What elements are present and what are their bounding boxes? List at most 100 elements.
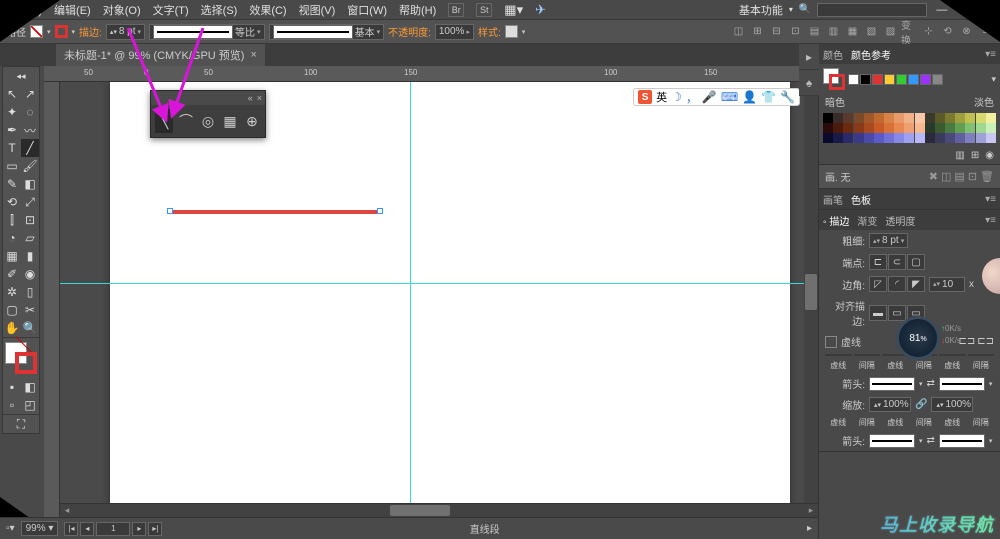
join-bevel-icon[interactable]: ◤ <box>907 276 925 292</box>
type-tool[interactable]: T <box>3 139 21 157</box>
prev-artboard-icon[interactable]: ◂ <box>80 522 94 536</box>
color-swatch[interactable] <box>833 133 843 143</box>
line-tool-flyout[interactable]: « × ╲ ⌒ ◎ ▦ ⊕ <box>150 90 266 138</box>
skin-icon[interactable]: 👕 <box>761 90 776 104</box>
color-swatch[interactable] <box>925 113 935 123</box>
color-swatch[interactable] <box>874 133 884 143</box>
brush-icon-1[interactable]: ✖ <box>929 170 938 183</box>
color-swatch[interactable] <box>894 113 904 123</box>
dash-align-icon[interactable]: ⊏⊐ <box>977 336 994 347</box>
color-swatch[interactable] <box>843 123 853 133</box>
link-scale-icon[interactable]: 🔗 <box>915 399 927 410</box>
limit-colors-icon[interactable]: ▥ <box>955 150 964 161</box>
color-swatch[interactable] <box>904 113 914 123</box>
scroll-left-icon[interactable]: ◂ <box>60 504 74 517</box>
line-object[interactable] <box>170 210 380 214</box>
gradient-mode-icon[interactable]: ◧ <box>21 378 39 396</box>
color-swatch[interactable] <box>833 113 843 123</box>
arrow-start-select-2[interactable] <box>869 434 915 448</box>
person-icon[interactable]: 👤 <box>742 90 757 104</box>
color-swatch[interactable] <box>884 133 894 143</box>
menu-help[interactable]: 帮助(H) <box>399 2 436 18</box>
color-swatch[interactable] <box>945 113 955 123</box>
system-monitor-widget[interactable]: 81% ↑0K/s↓0K/s <box>896 316 940 360</box>
scroll-right-icon[interactable]: ▸ <box>804 504 818 517</box>
color-swatch[interactable] <box>894 123 904 133</box>
color-swatch[interactable] <box>915 113 925 123</box>
color-swatch[interactable] <box>955 123 965 133</box>
arrow-scale-end[interactable]: ▴▾100% <box>931 397 973 412</box>
gap-input[interactable] <box>854 354 881 356</box>
pen-tool[interactable]: ✒ <box>3 121 21 139</box>
color-mode-icon[interactable]: ▪ <box>3 378 21 396</box>
eraser-tool[interactable]: ◧ <box>21 175 39 193</box>
brush-icon-5[interactable]: 🗑 <box>980 170 994 183</box>
color-swatch[interactable] <box>894 133 904 143</box>
gap-input[interactable] <box>968 354 995 356</box>
color-swatch[interactable] <box>864 113 874 123</box>
scrollbar-horizontal[interactable]: ◂ ▸ <box>60 503 818 517</box>
align-icon-1[interactable]: ◫ <box>730 24 747 40</box>
shape-builder-tool[interactable]: ◔ <box>3 229 21 247</box>
artboard-number[interactable]: 1 <box>96 522 130 536</box>
arrow-end-select[interactable] <box>939 377 985 391</box>
edit-colors-icon[interactable]: ◉ <box>985 150 994 161</box>
tab-color-guide[interactable]: 颜色参考 <box>851 47 891 62</box>
sogou-icon[interactable]: S <box>638 90 652 104</box>
menu-type[interactable]: 文字(T) <box>153 2 189 18</box>
opacity-input[interactable]: 100%▸ <box>435 24 474 40</box>
color-swatch[interactable] <box>874 113 884 123</box>
curvature-tool[interactable]: 〰 <box>21 121 39 139</box>
color-swatch[interactable] <box>976 123 986 133</box>
tab-color[interactable]: 颜色 <box>823 47 843 62</box>
spiral-tool[interactable]: ◎ <box>199 109 217 133</box>
color-swatch[interactable] <box>823 113 833 123</box>
style-label[interactable]: 样式: <box>478 24 501 39</box>
dash-input[interactable] <box>939 354 966 356</box>
scale-tool[interactable]: ⤢ <box>21 193 39 211</box>
color-swatch[interactable] <box>915 123 925 133</box>
screen-mode-icon[interactable]: ⛶ <box>3 415 39 433</box>
align-icon-9[interactable]: ▨ <box>882 24 899 40</box>
hand-tool[interactable]: ✋ <box>3 319 21 337</box>
miter-limit-input[interactable]: ▴▾10 <box>929 277 965 292</box>
color-swatch[interactable] <box>965 133 975 143</box>
selection-tool[interactable]: ↖ <box>3 85 21 103</box>
status-menu-icon[interactable]: ▸ <box>807 523 812 534</box>
lasso-tool[interactable]: ◌ <box>21 103 39 121</box>
stroke-weight-input[interactable]: ▴▾8 pt▾ <box>106 24 145 40</box>
color-swatch[interactable] <box>945 133 955 143</box>
scroll-thumb[interactable] <box>805 274 817 310</box>
join-round-icon[interactable]: ◜ <box>888 276 906 292</box>
opacity-label[interactable]: 不透明度: <box>388 24 431 39</box>
ruler-horizontal[interactable]: 50 0 50 100 150 100 150 <box>44 66 818 82</box>
fill-stroke-control[interactable] <box>3 340 39 376</box>
gradient-tool[interactable]: ▮ <box>21 247 39 265</box>
align-icon-8[interactable]: ▧ <box>863 24 880 40</box>
scrollbar-vertical[interactable] <box>804 82 818 503</box>
mini-swatch[interactable] <box>932 74 943 85</box>
color-swatch[interactable] <box>986 123 996 133</box>
color-swatch[interactable] <box>925 133 935 143</box>
mini-swatch[interactable] <box>872 74 883 85</box>
dock-spade-icon[interactable]: ♠ <box>799 70 819 96</box>
flyout-close-icon[interactable]: × <box>257 93 262 103</box>
polar-grid-tool[interactable]: ⊕ <box>243 109 261 133</box>
comma-icon[interactable]: ， <box>686 89 698 106</box>
transform-label[interactable]: 变换 <box>901 24 918 40</box>
width-tool[interactable]: ⫿ <box>3 211 21 229</box>
color-swatch[interactable] <box>915 133 925 143</box>
tab-gradient[interactable]: 渐变 <box>857 213 877 228</box>
align-icon-6[interactable]: ▥ <box>825 24 842 40</box>
anchor-handle[interactable] <box>377 208 383 214</box>
blend-tool[interactable]: ◉ <box>21 265 39 283</box>
guide-horizontal[interactable] <box>60 283 818 284</box>
cap-round-icon[interactable]: ⊂ <box>888 254 906 270</box>
ruler-vertical[interactable] <box>44 82 60 517</box>
mini-swatch[interactable] <box>920 74 931 85</box>
stroke-label[interactable]: 描边: <box>79 24 102 39</box>
zoom-tool[interactable]: 🔍 <box>21 319 39 337</box>
color-swatch[interactable] <box>884 123 894 133</box>
guide-vertical[interactable] <box>410 82 411 517</box>
rectangle-tool[interactable]: ▭ <box>3 157 21 175</box>
